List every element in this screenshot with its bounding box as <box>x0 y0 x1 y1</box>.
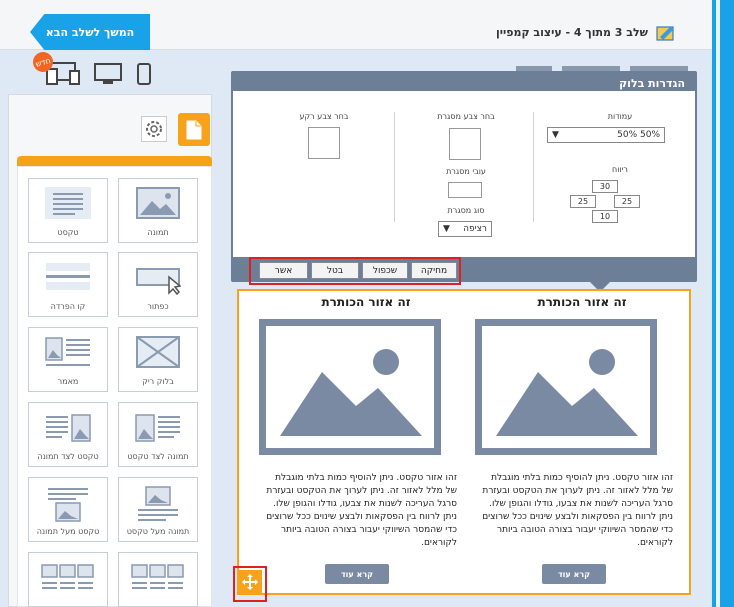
read-more-button-left[interactable]: קרא עוד <box>325 564 389 584</box>
tile-text-beside-image[interactable]: טקסט לצד תמונה <box>28 402 108 467</box>
text-beside-image-icon <box>46 414 91 442</box>
border-type-select[interactable]: ▼ רציפה <box>438 221 492 237</box>
spacing-bottom-input[interactable]: 10 <box>592 210 618 223</box>
three-images-icon <box>131 564 184 589</box>
image-above-text-icon <box>138 486 178 521</box>
tile-label: תמונה לצד טקסט <box>127 452 189 461</box>
read-more-button-right[interactable]: קרא עוד <box>542 564 606 584</box>
page-tab[interactable] <box>178 113 210 146</box>
tile-label: כפתור <box>147 302 169 311</box>
image-placeholder-icon <box>280 349 422 436</box>
border-width-input[interactable] <box>448 182 482 198</box>
spacing-label: ריווח <box>612 165 628 174</box>
spacing-top-input[interactable]: 30 <box>592 180 618 193</box>
columns-select[interactable]: ▼ 50% 50% <box>547 127 665 143</box>
border-color-label: בחר צבע מסגרת <box>437 112 495 121</box>
tile-empty-block[interactable]: בלוק ריק <box>118 327 198 392</box>
next-step-button[interactable]: המשך לשלב הבא <box>30 14 150 50</box>
image-icon <box>136 187 180 219</box>
tile-label: מאמר <box>57 377 79 386</box>
heading-right-column[interactable]: זה אזור הכותרת <box>482 295 682 309</box>
page-icon <box>186 120 202 139</box>
paragraph-left-column[interactable]: זהו אזור טקסט. ניתן להוסיף כמות בלתי מוג… <box>261 472 457 550</box>
tile-label: תמונה <box>147 228 169 237</box>
tile-label: טקסט מעל תמונה <box>36 527 100 536</box>
tile-article[interactable]: מאמר <box>28 327 108 392</box>
image-right-column[interactable] <box>475 319 657 455</box>
mobile-icon[interactable] <box>136 62 152 86</box>
border-width-label: עובי מסגרת <box>446 167 486 176</box>
tile-image-above-text[interactable]: תמונה מעל טקסט <box>118 477 198 542</box>
paragraph-right-column[interactable]: זהו אזור טקסט. ניתן להוסיף כמות בלתי מוג… <box>477 472 673 550</box>
image-placeholder-icon <box>496 349 638 436</box>
right-scroll-track <box>716 0 720 607</box>
border-color-swatch[interactable] <box>449 128 481 160</box>
tile-image[interactable]: תמונה <box>118 178 198 243</box>
spacing-left-input[interactable]: 25 <box>570 195 596 208</box>
settings-separator <box>533 112 534 222</box>
tile-label: קו הפרדה <box>50 302 86 311</box>
border-type-value: רציפה <box>463 224 487 234</box>
text-lines-icon <box>45 187 91 219</box>
tile-label: תמונה מעל טקסט <box>126 527 190 536</box>
bg-color-label: בחר צבע רקע <box>299 112 349 121</box>
tile-button[interactable]: כפתור <box>118 252 198 317</box>
text-above-image-icon <box>48 488 88 522</box>
desktop-icon[interactable] <box>93 62 123 86</box>
bg-color-swatch[interactable] <box>308 127 340 159</box>
gear-icon[interactable] <box>141 116 167 142</box>
image-beside-text-icon <box>135 414 180 442</box>
empty-block-icon <box>136 336 180 368</box>
design-icon <box>656 26 674 41</box>
heading-left-column[interactable]: זה אזור הכותרת <box>266 295 466 309</box>
tile-text[interactable]: טקסט <box>28 178 108 243</box>
settings-separator <box>394 112 395 222</box>
block-settings-panel: הגדרות בלוק <box>231 71 697 282</box>
step-title: שלב 3 מתוך 4 - עיצוב קמפיין <box>496 26 648 39</box>
tile-label: טקסט <box>57 228 79 237</box>
cursor-button-icon <box>136 268 181 295</box>
tile-divider[interactable]: קו הפרדה <box>28 252 108 317</box>
three-columns-icon <box>41 564 94 589</box>
border-type-label: סוג מסגרת <box>447 206 485 215</box>
image-left-column[interactable] <box>259 319 441 455</box>
action-buttons-highlight <box>249 257 461 285</box>
move-handle-highlight <box>233 566 267 602</box>
tile-text-above-image[interactable]: טקסט מעל תמונה <box>28 477 108 542</box>
spacing-right-input[interactable]: 25 <box>614 195 640 208</box>
tile-label: טקסט לצד תמונה <box>37 452 99 461</box>
article-icon <box>45 337 90 366</box>
chevron-down-icon: ▼ <box>443 224 450 234</box>
settings-title: הגדרות בלוק <box>619 77 685 90</box>
tile-label: בלוק ריק <box>142 377 174 386</box>
tile-image-beside-text[interactable]: תמונה לצד טקסט <box>118 402 198 467</box>
tile-three-columns[interactable] <box>28 552 108 607</box>
tile-three-images[interactable] <box>118 552 198 607</box>
columns-value: 50% 50% <box>617 130 660 140</box>
divider-icon <box>46 263 90 290</box>
columns-label: עמודות <box>607 112 633 121</box>
chevron-down-icon: ▼ <box>552 130 559 140</box>
